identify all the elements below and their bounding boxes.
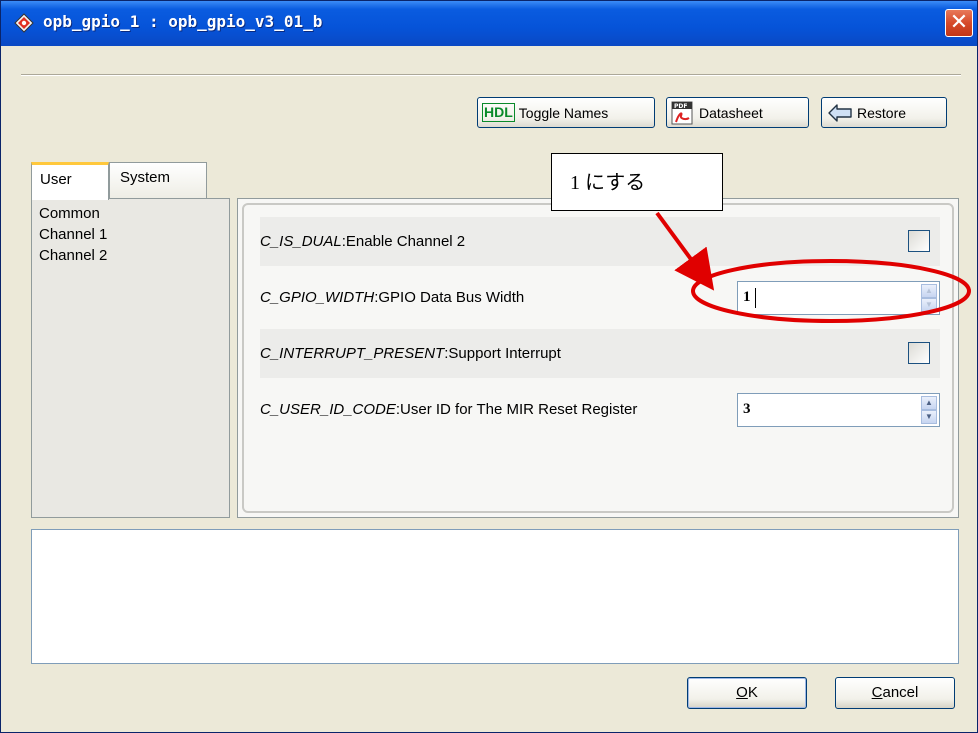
annotation-callout: 1 にする <box>551 153 723 211</box>
gpio-width-spinner[interactable]: 1 ▲ ▼ <box>737 281 940 315</box>
description-area[interactable] <box>31 529 959 664</box>
ok-button[interactable]: OK <box>687 677 807 709</box>
window-title: opb_gpio_1 : opb_gpio_v3_01_b <box>43 12 323 31</box>
gpio-width-value: 1 <box>743 289 751 305</box>
param-desc: Support Interrupt <box>448 345 561 362</box>
param-name: C_USER_ID_CODE <box>260 401 396 418</box>
param-name: C_IS_DUAL <box>260 233 342 250</box>
param-row-is-dual: C_IS_DUAL:Enable Channel 2 <box>260 217 940 266</box>
spin-up-icon[interactable]: ▲ <box>921 284 937 298</box>
toggle-names-label: Toggle Names <box>518 104 609 121</box>
toggle-names-button[interactable]: HDL Toggle Names <box>477 97 655 128</box>
title-bar[interactable]: opb_gpio_1 : opb_gpio_v3_01_b ✕ <box>1 1 977 46</box>
spin-down-icon[interactable]: ▼ <box>921 410 937 424</box>
param-desc: GPIO Data Bus Width <box>378 289 525 306</box>
close-button[interactable]: ✕ <box>945 9 973 37</box>
restore-label: Restore <box>857 104 907 121</box>
category-item-common[interactable]: Common <box>39 204 100 224</box>
ok-label-rest: K <box>747 684 758 701</box>
param-label: C_GPIO_WIDTH:GPIO Data Bus Width <box>260 289 525 306</box>
tab-system[interactable]: System <box>109 162 207 198</box>
restore-button[interactable]: Restore <box>821 97 947 128</box>
spin-down-icon[interactable]: ▼ <box>921 298 937 312</box>
restore-arrow-icon <box>828 103 852 122</box>
user-id-code-spinner[interactable]: 3 ▲ ▼ <box>737 393 940 427</box>
pdf-icon: PDF <box>671 101 693 124</box>
spinner-buttons: ▲ ▼ <box>921 396 937 424</box>
app-icon <box>14 13 34 33</box>
hdl-icon: HDL <box>482 103 515 122</box>
param-label: C_INTERRUPT_PRESENT:Support Interrupt <box>260 345 561 362</box>
user-id-code-value: 3 <box>743 401 751 417</box>
param-name: C_GPIO_WIDTH <box>260 289 375 306</box>
dialog-window: opb_gpio_1 : opb_gpio_v3_01_b ✕ HDL Togg… <box>0 0 978 733</box>
param-label: C_USER_ID_CODE:User ID for The MIR Reset… <box>260 401 638 418</box>
param-desc: Enable Channel 2 <box>345 233 466 250</box>
param-row-interrupt-present: C_INTERRUPT_PRESENT:Support Interrupt <box>260 329 940 378</box>
category-item-channel-1[interactable]: Channel 1 <box>39 225 107 245</box>
category-item-channel-2[interactable]: Channel 2 <box>39 246 107 266</box>
cancel-mnemonic: C <box>871 684 883 701</box>
svg-text:PDF: PDF <box>674 103 687 110</box>
param-desc: User ID for The MIR Reset Register <box>400 401 638 418</box>
datasheet-button[interactable]: PDF Datasheet <box>666 97 809 128</box>
param-label: C_IS_DUAL:Enable Channel 2 <box>260 233 466 250</box>
enable-channel-2-checkbox[interactable] <box>908 230 930 252</box>
param-name: C_INTERRUPT_PRESENT <box>260 345 445 362</box>
category-list: Common Channel 1 Channel 2 <box>31 198 230 518</box>
ok-mnemonic: O <box>736 684 748 701</box>
spin-up-icon[interactable]: ▲ <box>921 396 937 410</box>
support-interrupt-checkbox[interactable] <box>908 342 930 364</box>
cancel-button[interactable]: Cancel <box>835 677 955 709</box>
datasheet-label: Datasheet <box>699 104 763 121</box>
parameter-group: C_IS_DUAL:Enable Channel 2 C_GPIO_WIDTH:… <box>242 203 954 513</box>
parameter-panel: C_IS_DUAL:Enable Channel 2 C_GPIO_WIDTH:… <box>237 198 959 518</box>
cancel-label-rest: ancel <box>882 684 919 701</box>
spinner-buttons: ▲ ▼ <box>921 284 937 312</box>
text-caret <box>755 288 756 308</box>
tab-user[interactable]: User <box>31 162 109 200</box>
separator <box>21 74 961 76</box>
